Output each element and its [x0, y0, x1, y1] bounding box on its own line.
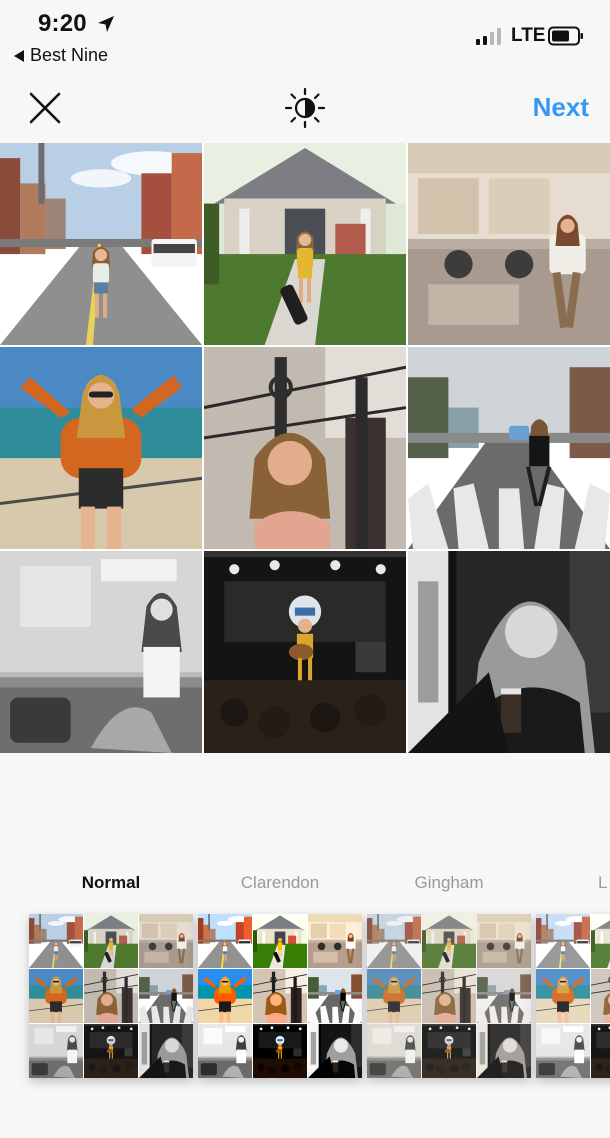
brightness-icon[interactable]	[283, 86, 327, 130]
thumbnail-photo-street	[367, 914, 421, 968]
back-to-app-link[interactable]: Best Nine	[14, 45, 108, 66]
thumbnail-photo-house	[84, 914, 138, 968]
thumbnail-photo-house	[253, 914, 307, 968]
filter-strip[interactable]: Normal Clarendon Gingham L	[0, 868, 610, 1098]
filter-label: Clarendon	[240, 873, 320, 892]
photo-diner-bw	[0, 551, 202, 753]
filter-preview-thumbnail	[29, 914, 193, 1078]
filter-normal[interactable]: Normal	[29, 868, 193, 1078]
battery-icon	[548, 26, 583, 46]
thumbnail-photo-diner-bw	[536, 1024, 590, 1078]
thumbnail-photo-diner-bw	[367, 1024, 421, 1078]
filter-preview-thumbnail	[367, 914, 531, 1078]
photo-stage	[204, 551, 406, 753]
thumbnail-photo-diner	[308, 914, 362, 968]
thumbnail-photo-crosswalk	[477, 969, 531, 1023]
filter-label: L	[598, 873, 608, 892]
filter-lark[interactable]: L	[536, 868, 610, 1078]
next-button[interactable]: Next	[533, 92, 589, 123]
close-icon[interactable]	[26, 89, 64, 127]
back-triangle-icon	[14, 49, 24, 62]
thumbnail-photo-diner	[477, 914, 531, 968]
cellular-signal-icon	[476, 27, 501, 45]
thumbnail-photo-beach	[29, 969, 83, 1023]
thumbnail-photo-stage	[84, 1024, 138, 1078]
thumbnail-photo-diner-bw	[198, 1024, 252, 1078]
thumbnail-photo-beach	[198, 969, 252, 1023]
status-bar: 9:20 Best Nine LTE	[0, 0, 610, 72]
thumbnail-photo-diner-bw	[29, 1024, 83, 1078]
filter-gingham[interactable]: Gingham	[367, 868, 531, 1078]
thumbnail-photo-fence	[422, 969, 476, 1023]
network-type: LTE	[511, 25, 546, 46]
photo-street	[0, 143, 202, 345]
thumbnail-photo-crosswalk	[139, 969, 193, 1023]
editor-nav-bar: Next	[0, 72, 610, 142]
thumbnail-photo-beach	[367, 969, 421, 1023]
photo-beach	[0, 347, 202, 549]
thumbnail-photo-fence	[591, 969, 610, 1023]
thumbnail-photo-bar-bw	[308, 1024, 362, 1078]
thumbnail-photo-fence	[253, 969, 307, 1023]
filter-label: Normal	[81, 873, 141, 892]
photo-bar-bw	[408, 551, 610, 753]
thumbnail-photo-bar-bw	[477, 1024, 531, 1078]
filter-preview-thumbnail	[198, 914, 362, 1078]
thumbnail-photo-stage	[591, 1024, 610, 1078]
thumbnail-photo-bar-bw	[139, 1024, 193, 1078]
photo-diner	[408, 143, 610, 345]
photo-crosswalk	[408, 347, 610, 549]
thumbnail-photo-house	[591, 914, 610, 968]
filter-label: Gingham	[414, 873, 484, 892]
location-arrow-icon	[98, 16, 114, 32]
back-app-label: Best Nine	[30, 45, 109, 65]
photo-fence	[204, 347, 406, 549]
filter-preview-thumbnail	[536, 914, 610, 1078]
thumbnail-photo-stage	[253, 1024, 307, 1078]
status-time: 9:20	[38, 10, 87, 37]
photo-house	[204, 143, 406, 345]
thumbnail-photo-street	[29, 914, 83, 968]
thumbnail-photo-street	[536, 914, 590, 968]
thumbnail-photo-house	[422, 914, 476, 968]
thumbnail-photo-stage	[422, 1024, 476, 1078]
filter-clarendon[interactable]: Clarendon	[198, 868, 362, 1078]
thumbnail-photo-crosswalk	[308, 969, 362, 1023]
best-nine-preview	[0, 143, 610, 753]
thumbnail-photo-street	[198, 914, 252, 968]
thumbnail-photo-fence	[84, 969, 138, 1023]
thumbnail-photo-beach	[536, 969, 590, 1023]
thumbnail-photo-diner	[139, 914, 193, 968]
